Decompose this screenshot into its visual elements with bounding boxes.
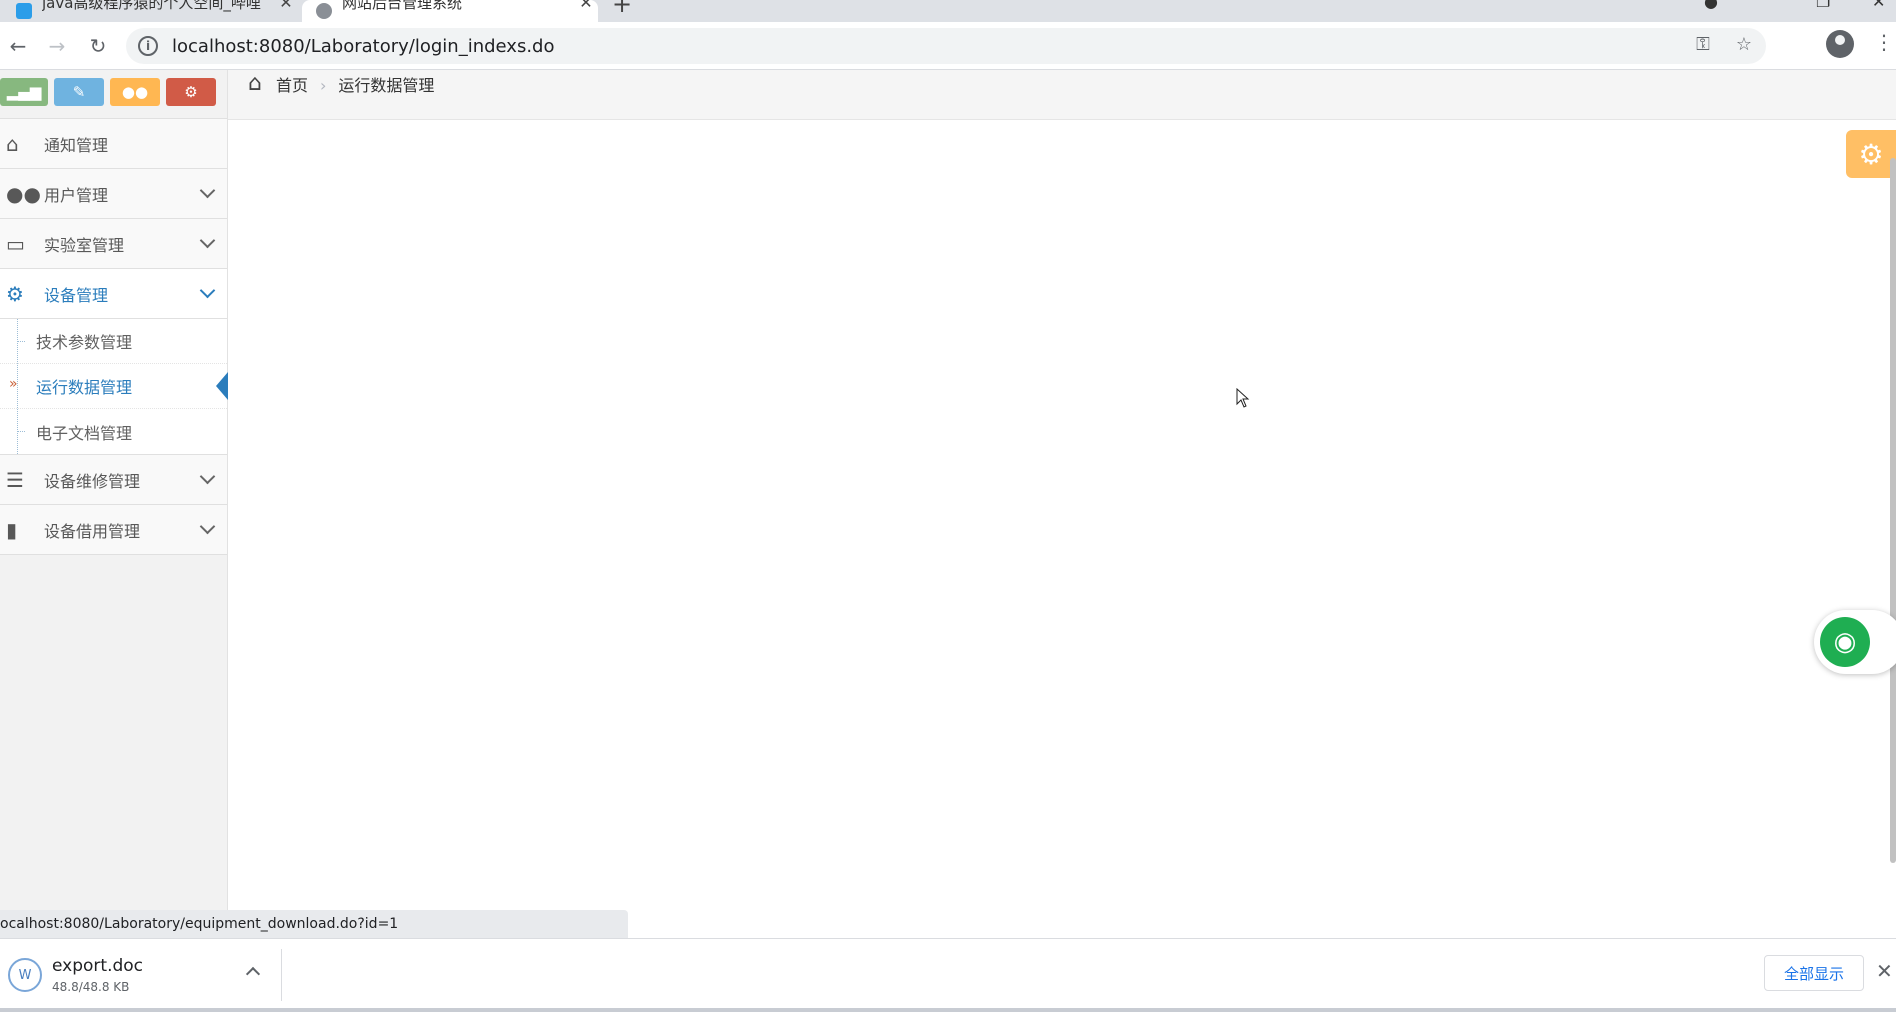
reload-icon[interactable]: ↻ xyxy=(82,30,114,62)
bilibili-favicon-icon xyxy=(16,3,32,19)
sidebar-item-label: 设备管理 xyxy=(44,285,109,305)
tree-connector xyxy=(17,341,25,342)
tab-title: java高级程序猿的个人空间_哔哩 xyxy=(42,0,261,12)
shortcut-users-button[interactable]: ●● xyxy=(110,78,160,106)
password-key-icon[interactable]: ⚿ xyxy=(1696,34,1710,55)
home-icon[interactable]: ⌂ xyxy=(248,72,262,96)
globe-favicon-icon xyxy=(316,3,332,19)
sidebar-item-repair[interactable]: ☰ 设备维修管理 xyxy=(0,455,227,505)
sidebar: ▂▄▆ ✎ ●● ⚙ ⌂ 通知管理 ●● 用户管理 ▭ 实验室管理 ⚙ 设备管理… xyxy=(0,70,228,942)
submenu-item-label: 电子文档管理 xyxy=(36,423,133,443)
home-icon: ⌂ xyxy=(6,131,19,156)
bookmark-star-icon[interactable]: ☆ xyxy=(1736,34,1752,55)
download-filename: export.doc xyxy=(52,956,144,976)
site-info-icon[interactable]: i xyxy=(138,36,158,56)
shortcut-pencil-button[interactable]: ✎ xyxy=(54,78,104,106)
divider xyxy=(281,949,282,1001)
double-angle-right-icon: » xyxy=(9,376,18,392)
profile-avatar-icon[interactable] xyxy=(1826,30,1854,58)
word-document-icon: W xyxy=(8,958,42,992)
cogs-icon: ⚙ xyxy=(6,281,24,306)
signal-icon: ▂▄▆ xyxy=(6,83,42,101)
shortcut-buttons: ▂▄▆ ✎ ●● ⚙ xyxy=(0,78,216,108)
gear-icon: ⚙ xyxy=(1858,137,1884,171)
address-bar[interactable]: i localhost:8080/Laboratory/login_indexs… xyxy=(126,28,1766,64)
submenu-item-documents[interactable]: 电子文档管理 xyxy=(0,409,227,454)
restore-window-icon[interactable]: ❐ xyxy=(1816,0,1830,11)
bookmark-icon: ▮ xyxy=(6,517,18,542)
mouse-cursor-icon xyxy=(1236,388,1250,408)
sidebar-menu: ⌂ 通知管理 ●● 用户管理 ▭ 实验室管理 ⚙ 设备管理 技术参数管理 » 运… xyxy=(0,118,228,555)
breadcrumb-current: 运行数据管理 xyxy=(338,76,435,95)
sidebar-item-equipment[interactable]: ⚙ 设备管理 xyxy=(0,269,227,319)
active-pointer xyxy=(216,372,228,400)
settings-gear-button[interactable]: ⚙ xyxy=(1846,130,1896,178)
tab-title: 网站后台管理系统 xyxy=(342,0,463,12)
pencil-icon: ✎ xyxy=(72,83,86,101)
new-tab-icon[interactable]: + xyxy=(612,0,632,18)
window-bottom-edge xyxy=(0,1008,1896,1012)
sidebar-item-label: 设备维修管理 xyxy=(44,471,141,491)
main-content xyxy=(228,120,1896,932)
sidebar-item-label: 实验室管理 xyxy=(44,235,125,255)
submenu-item-run-data[interactable]: » 运行数据管理 xyxy=(0,364,228,409)
browser-tab-admin[interactable]: 网站后台管理系统 ✕ xyxy=(302,0,598,22)
shortcut-signal-button[interactable]: ▂▄▆ xyxy=(0,78,48,106)
tree-connector xyxy=(17,431,25,432)
tab-close-icon[interactable]: ✕ xyxy=(274,0,298,12)
list-icon: ☰ xyxy=(6,467,24,492)
download-item[interactable]: W export.doc 48.8/48.8 KB xyxy=(8,951,264,999)
users-icon: ●● xyxy=(6,181,41,206)
forward-icon[interactable]: → xyxy=(41,30,73,62)
wifi-icon: ◉ xyxy=(1820,617,1870,667)
back-icon[interactable]: ← xyxy=(2,30,34,62)
sidebar-item-label: 用户管理 xyxy=(44,185,109,205)
shortcut-cogs-button[interactable]: ⚙ xyxy=(166,78,216,106)
chevron-down-icon xyxy=(199,282,216,299)
breadcrumb-home-link[interactable]: 首页 xyxy=(276,74,308,98)
desktop-icon: ▭ xyxy=(6,231,25,256)
chevron-down-icon xyxy=(199,468,216,485)
chevron-down-icon xyxy=(199,232,216,249)
browser-tab-bilibili[interactable]: java高级程序猿的个人空间_哔哩 ✕ xyxy=(0,0,298,22)
breadcrumb-separator-icon: › xyxy=(319,76,327,95)
cogs-icon: ⚙ xyxy=(184,83,198,101)
chevron-up-icon[interactable] xyxy=(245,966,261,982)
status-bar-url: ocalhost:8080/Laboratory/equipment_downl… xyxy=(0,910,628,938)
page-scrollbar[interactable] xyxy=(1890,158,1896,863)
breadcrumb: ⌂ 首页 › 运行数据管理 xyxy=(228,70,1896,120)
address-url[interactable]: localhost:8080/Laboratory/login_indexs.d… xyxy=(172,36,554,57)
users-icon: ●● xyxy=(121,83,149,101)
account-menu-icon[interactable]: ● xyxy=(1704,0,1718,11)
submenu-item-label: 技术参数管理 xyxy=(36,333,133,352)
download-bar: W export.doc 48.8/48.8 KB 全部显示 ✕ xyxy=(0,938,1896,1012)
sidebar-item-users[interactable]: ●● 用户管理 xyxy=(0,169,227,219)
submenu-item-tech-params[interactable]: 技术参数管理 xyxy=(0,319,227,364)
chevron-down-icon xyxy=(199,518,216,535)
close-window-icon[interactable]: ✕ xyxy=(1872,0,1885,11)
show-all-downloads-button[interactable]: 全部显示 xyxy=(1764,955,1864,991)
browser-menu-icon[interactable]: ⋮ xyxy=(1874,30,1894,54)
close-icon[interactable]: ✕ xyxy=(1876,959,1893,983)
submenu-item-label: 运行数据管理 xyxy=(36,378,133,397)
browser-toolbar: ← → ↻ i localhost:8080/Laboratory/login_… xyxy=(0,22,1896,70)
wifi-floating-widget[interactable]: ◉ xyxy=(1814,610,1896,674)
chevron-down-icon xyxy=(199,182,216,199)
browser-tab-bar: java高级程序猿的个人空间_哔哩 ✕ 网站后台管理系统 ✕ + ● ❐ ✕ xyxy=(0,0,1896,22)
download-size: 48.8/48.8 KB xyxy=(52,980,130,994)
equipment-submenu: 技术参数管理 » 运行数据管理 电子文档管理 xyxy=(0,319,228,455)
sidebar-item-borrow[interactable]: ▮ 设备借用管理 xyxy=(0,505,227,555)
sidebar-item-notice[interactable]: ⌂ 通知管理 xyxy=(0,119,227,169)
tab-close-icon[interactable]: ✕ xyxy=(574,0,598,12)
sidebar-item-label: 设备借用管理 xyxy=(44,521,141,541)
sidebar-item-labs[interactable]: ▭ 实验室管理 xyxy=(0,219,227,269)
sidebar-item-label: 通知管理 xyxy=(44,135,109,155)
